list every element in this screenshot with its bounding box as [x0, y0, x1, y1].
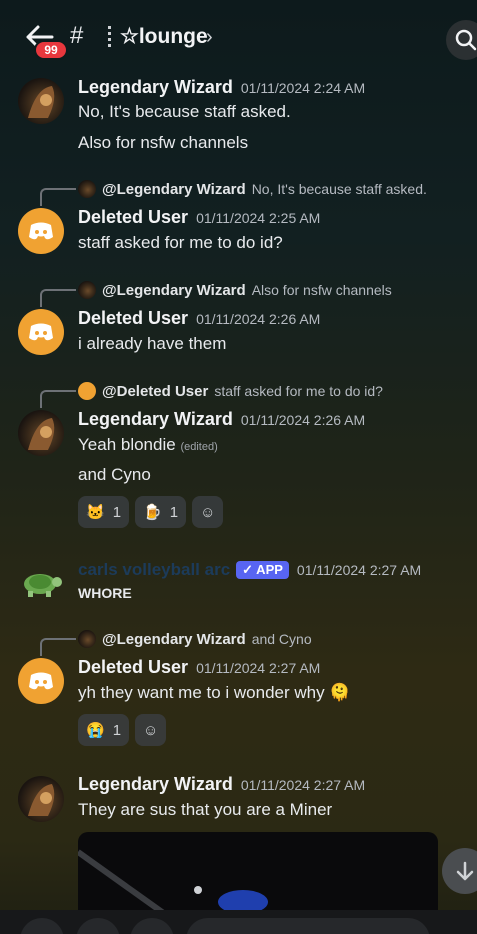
message-text: and Cyno: [78, 465, 151, 484]
author-name[interactable]: carls volleyball arc: [78, 560, 230, 579]
reply-avatar: [78, 281, 96, 299]
avatar[interactable]: [18, 410, 64, 456]
reply-preview[interactable]: @Legendary Wizard No, It's because staff…: [78, 180, 427, 198]
smiley-icon: ☺: [143, 721, 159, 739]
wizard-avatar-art: [28, 784, 55, 816]
emoji-button[interactable]: [130, 918, 174, 934]
avatar[interactable]: [18, 776, 64, 822]
reaction-count: 1: [169, 503, 179, 521]
reaction-count: 1: [112, 503, 122, 521]
reply-avatar: [78, 630, 96, 648]
add-reaction-button[interactable]: ☺: [192, 496, 224, 528]
discord-logo-icon: [29, 222, 53, 240]
timestamp: 01/11/2024 2:26 AM: [196, 311, 321, 327]
timestamp: 01/11/2024 2:24 AM: [240, 80, 366, 96]
timestamp: 01/11/2024 2:27 AM: [196, 660, 321, 676]
reply-author: @Deleted User: [102, 382, 209, 400]
reply-author: @Legendary Wizard: [102, 180, 246, 198]
reply-text: and Cyno: [251, 631, 312, 647]
search-button[interactable]: [446, 20, 477, 60]
gift-button[interactable]: [76, 918, 120, 934]
reply-connector: [40, 188, 76, 206]
chevron-right-icon[interactable]: ›: [206, 26, 213, 49]
channel-header: 99 # ☆lounge ›: [0, 0, 477, 72]
reply-connector: [40, 390, 76, 408]
author-name[interactable]: Deleted User: [78, 308, 188, 328]
composer-bar: [0, 910, 477, 934]
message-author[interactable]: Legendary Wizard 01/11/2024 2:26 AM: [78, 409, 365, 430]
message-text: staff asked for me to do id?: [78, 233, 283, 252]
jump-to-present-button[interactable]: [442, 848, 477, 894]
edited-label: (edited): [180, 441, 218, 453]
turtle-icon: [24, 574, 62, 597]
avatar[interactable]: [18, 208, 64, 254]
message-author[interactable]: Legendary Wizard 01/11/2024 2:24 AM: [78, 77, 365, 98]
unread-badge: 99: [34, 40, 68, 60]
timestamp: 01/11/2024 2:27 AM: [296, 562, 422, 578]
reply-preview[interactable]: @Legendary Wizard and Cyno: [78, 630, 312, 648]
discord-logo-icon: [29, 323, 53, 341]
reaction-bar: 😭 1 ☺: [78, 714, 167, 746]
author-name[interactable]: Deleted User: [78, 657, 188, 677]
reply-avatar: [78, 382, 96, 400]
avatar[interactable]: [18, 558, 64, 604]
message-text: Yeah blondie (edited): [78, 435, 218, 455]
crying-emoji-icon: 😭: [86, 722, 105, 739]
reaction-chip[interactable]: 😭 1: [78, 714, 130, 746]
thread-divider: [108, 26, 111, 48]
arrow-down-icon: [456, 861, 474, 881]
timestamp: 01/11/2024 2:27 AM: [240, 777, 366, 793]
message-text: No, It's because staff asked.: [78, 102, 291, 121]
message-text: yh they want me to i wonder why 🫠: [78, 683, 351, 702]
reply-preview[interactable]: @Legendary Wizard Also for nsfw channels: [78, 281, 392, 299]
wizard-avatar-art: [28, 418, 55, 450]
message-author[interactable]: Deleted User 01/11/2024 2:26 AM: [78, 308, 320, 329]
cat-emoji-icon: 🐱: [86, 504, 105, 521]
message-text: WHORE: [78, 585, 132, 601]
author-name[interactable]: Legendary Wizard: [78, 77, 233, 97]
reply-author: @Legendary Wizard: [102, 281, 246, 299]
message-author[interactable]: Deleted User 01/11/2024 2:25 AM: [78, 207, 320, 228]
timestamp: 01/11/2024 2:25 AM: [196, 210, 321, 226]
reaction-bar: 🐱 1 🍺 1 ☺: [78, 496, 224, 528]
message-text: i already have them: [78, 334, 227, 353]
message-text: They are sus that you are a Miner: [78, 800, 333, 819]
channel-hash-icon: #: [70, 22, 84, 49]
beer-emoji-icon: 🍺: [143, 504, 162, 521]
search-icon: [455, 29, 477, 51]
plus-button[interactable]: [20, 918, 64, 934]
reaction-chip[interactable]: 🐱 1: [78, 496, 130, 528]
reply-preview[interactable]: @Deleted User staff asked for me to do i…: [78, 382, 383, 400]
reply-connector: [40, 638, 76, 656]
reaction-chip[interactable]: 🍺 1: [135, 496, 187, 528]
author-name[interactable]: Deleted User: [78, 207, 188, 227]
message-line: Yeah blondie: [78, 435, 176, 454]
message-text: Also for nsfw channels: [78, 133, 249, 152]
avatar[interactable]: [18, 309, 64, 355]
reply-text: Also for nsfw channels: [251, 282, 392, 298]
channel-title[interactable]: ☆lounge: [120, 24, 208, 49]
message-author[interactable]: Deleted User 01/11/2024 2:27 AM: [78, 657, 320, 678]
author-name[interactable]: Legendary Wizard: [78, 409, 233, 429]
message-author[interactable]: Legendary Wizard 01/11/2024 2:27 AM: [78, 774, 365, 795]
timestamp: 01/11/2024 2:26 AM: [240, 412, 366, 428]
avatar[interactable]: [18, 658, 64, 704]
reply-text: staff asked for me to do id?: [214, 383, 383, 399]
smiley-icon: ☺: [200, 503, 216, 521]
reply-connector: [40, 289, 76, 307]
avatar[interactable]: [18, 78, 64, 124]
discord-logo-icon: [29, 672, 53, 690]
app-tag: ✓ APP: [236, 561, 289, 580]
reply-text: No, It's because staff asked.: [251, 181, 427, 197]
reaction-count: 1: [112, 721, 122, 739]
message-input[interactable]: [186, 918, 430, 934]
message-author[interactable]: carls volleyball arc ✓ APP 01/11/2024 2:27…: [78, 559, 421, 580]
add-reaction-button[interactable]: ☺: [135, 714, 167, 746]
reply-avatar: [78, 180, 96, 198]
reply-author: @Legendary Wizard: [102, 630, 246, 648]
author-name[interactable]: Legendary Wizard: [78, 774, 233, 794]
wizard-avatar-art: [28, 86, 55, 118]
